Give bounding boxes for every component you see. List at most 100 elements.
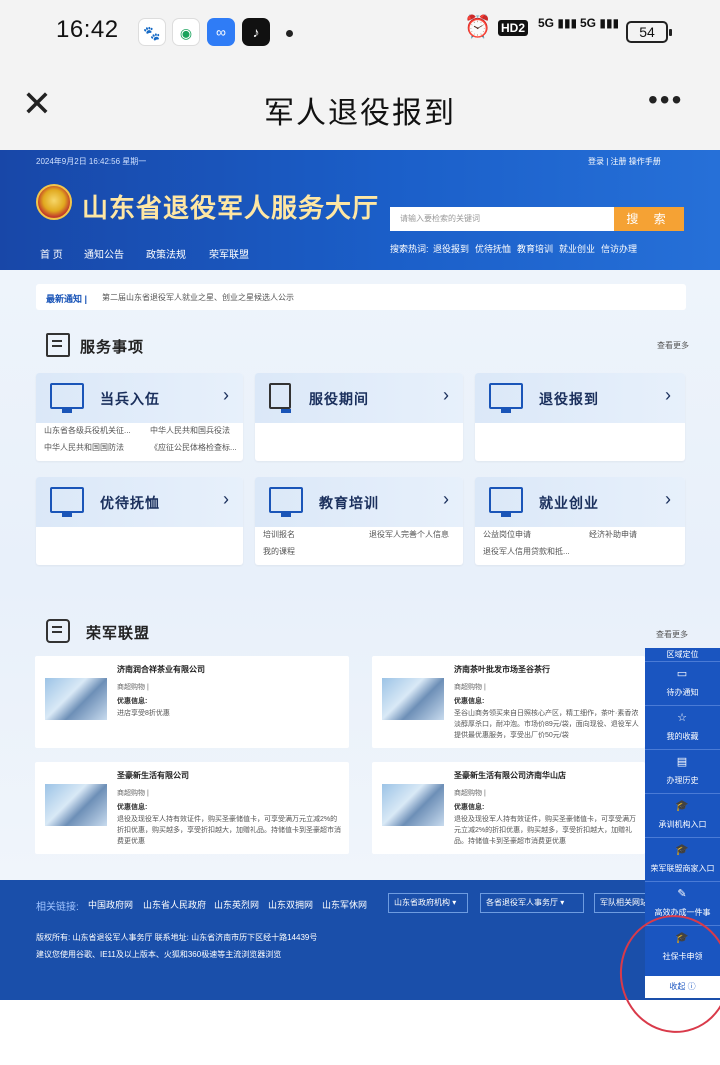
card-title: 退役报到: [539, 391, 599, 407]
nav-notices[interactable]: 通知公告: [84, 246, 124, 261]
card-link[interactable]: 公益岗位申请: [483, 529, 531, 540]
merchant-card[interactable]: 圣豪新生活有限公司济南华山店 商超购物 | 优惠信息: 退役及现役军人持有效证件…: [372, 762, 645, 854]
site-date: 2024年9月2日 16:42:56 星期一: [36, 157, 147, 166]
merchant-offer: 退役及现役军人持有效证件，购买圣豪储值卡，可享受满万元立减2%的折扣优惠，购买越…: [117, 816, 341, 845]
card-title: 优待抚恤: [100, 495, 160, 511]
side-item-todo[interactable]: ▭ 待办通知: [645, 662, 720, 706]
battery-icon: 54: [626, 21, 672, 43]
nav-policies[interactable]: 政策法规: [146, 246, 186, 261]
monitor-pen-icon: [269, 487, 303, 517]
alarm-icon: ⏰: [464, 14, 492, 39]
site-header: 2024年9月2日 16:42:56 星期一 登录 | 注册 操作手册 山东省退…: [0, 150, 720, 270]
card-title: 服役期间: [309, 391, 369, 407]
services-more-link[interactable]: 查看更多: [657, 340, 689, 351]
hot-word[interactable]: 信访办理: [601, 242, 637, 255]
service-card-enlist[interactable]: 当兵入伍 › 山东省各级兵役机关征... 中华人民共和国兵役法 中华人民共和国国…: [36, 373, 243, 461]
side-item-training[interactable]: 🎓 承训机构入口: [645, 794, 720, 838]
national-emblem-icon: [36, 184, 72, 220]
hot-word[interactable]: 教育培训: [517, 242, 553, 255]
services-title: 服务事项: [80, 339, 145, 356]
side-item-merchant[interactable]: 🎓 荣军联盟商家入口: [645, 838, 720, 882]
veterans-affairs-select[interactable]: 各省退役军人事务厅 ▾: [480, 893, 584, 913]
notice-bar[interactable]: 最新通知 | 第二届山东省退役军人就业之星、创业之星候选人公示: [36, 284, 686, 310]
service-card-in-service[interactable]: 服役期间 ›: [255, 373, 463, 461]
hot-word[interactable]: 就业创业: [559, 242, 595, 255]
footer-link[interactable]: 山东双拥网: [268, 898, 313, 911]
side-item-location[interactable]: 区域定位: [645, 648, 720, 662]
card-link[interactable]: 退役军人完善个人信息: [369, 529, 449, 540]
side-item-label: 荣军联盟商家入口: [650, 864, 715, 873]
card-link[interactable]: 培训报名: [263, 529, 295, 540]
alliance-title: 荣军联盟: [86, 625, 151, 642]
merchant-offer-label: 优惠信息:: [117, 698, 148, 705]
bell-icon: ▭: [676, 668, 688, 680]
side-item-history[interactable]: ▤ 办理历史: [645, 750, 720, 794]
merchant-offer-label: 优惠信息:: [454, 698, 485, 705]
chevron-right-icon: ›: [443, 489, 449, 509]
card-title: 当兵入伍: [100, 391, 160, 407]
service-card-employment[interactable]: 就业创业 › 公益岗位申请 经济补助申请 退役军人信用贷款和抵...: [475, 477, 685, 565]
document-icon: [269, 383, 291, 413]
more-notifications-icon: [286, 30, 293, 37]
search-input[interactable]: 请输入要检索的关键词: [390, 207, 614, 231]
tiktok-app-icon: ♪: [242, 18, 270, 46]
side-item-favorites[interactable]: ☆ 我的收藏: [645, 706, 720, 750]
merchant-offer: 圣谷山商务领买来自日照核心产区，精工细作，茶叶·素香浓淡醇厚杀口，耐冲泡。市场价…: [454, 710, 639, 739]
nav-home[interactable]: 首 页: [40, 246, 63, 261]
status-bar: 16:42 🐾 ◉ ∞ ♪ ⏰ HD2 5G ▮▮▮ 5G ▮▮▮ 54: [0, 0, 720, 62]
footer-link[interactable]: 山东军休网: [322, 898, 367, 911]
merchant-category: 商超购物 |: [454, 684, 486, 691]
notice-text[interactable]: 第二届山东省退役军人就业之星、创业之星候选人公示: [102, 292, 294, 303]
card-link[interactable]: 中华人民共和国兵役法: [150, 425, 230, 436]
merchant-card[interactable]: 圣豪新生活有限公司 商超购物 | 优惠信息: 退役及现役军人持有效证件，购买圣豪…: [35, 762, 349, 854]
card-link[interactable]: 《应征公民体格检查标...: [150, 442, 237, 453]
hot-word[interactable]: 优待抚恤: [475, 242, 511, 255]
browser-tip: 建议您使用谷歌、IE11及以上版本、火狐和360极速等主流浏览器浏览: [36, 950, 282, 959]
card-link[interactable]: 中华人民共和国国防法: [44, 442, 124, 453]
footer-link[interactable]: 山东省人民政府: [143, 898, 206, 911]
hd-icon: HD2: [498, 20, 529, 36]
card-link[interactable]: 退役军人信用贷款和抵...: [483, 546, 570, 557]
page-title: 军人退役报到: [264, 97, 456, 130]
card-title: 教育培训: [319, 495, 379, 511]
star-icon: ☆: [677, 712, 687, 724]
more-icon[interactable]: •••: [648, 84, 683, 116]
login-links[interactable]: 登录 | 注册 操作手册: [588, 156, 661, 167]
merchant-card[interactable]: 济南润合祥茶业有限公司 商超购物 | 优惠信息: 进店享受8折优惠: [35, 656, 349, 748]
merchant-category: 商超购物 |: [117, 790, 149, 797]
graduation-cap-icon: 🎓: [675, 844, 689, 856]
monitor-user-icon: [489, 383, 523, 413]
service-card-education[interactable]: 教育培训 › 培训报名 退役军人完善个人信息 我的课程: [255, 477, 463, 565]
graduation-cap-icon: 🎓: [675, 800, 689, 812]
merchant-category: 商超购物 |: [117, 684, 149, 691]
footer-link[interactable]: 中国政府网: [88, 898, 133, 911]
alliance-more-link[interactable]: 查看更多: [656, 629, 688, 640]
screen: 16:42 🐾 ◉ ∞ ♪ ⏰ HD2 5G ▮▮▮ 5G ▮▮▮ 54 ✕ 军…: [0, 0, 720, 1065]
card-link[interactable]: 我的课程: [263, 546, 295, 557]
side-item-label: 承训机构入口: [658, 820, 707, 829]
chevron-right-icon: ›: [665, 489, 671, 509]
gov-agencies-select[interactable]: 山东省政府机构 ▾: [388, 893, 468, 913]
merchant-name: 圣豪新生活有限公司济南华山店: [454, 771, 566, 780]
notice-label: 最新通知 |: [46, 294, 88, 304]
history-icon: ▤: [676, 756, 688, 768]
card-title: 就业创业: [539, 495, 599, 511]
card-link[interactable]: 经济补助申请: [589, 529, 637, 540]
side-item-label: 我的收藏: [666, 732, 699, 741]
related-links-label: 相关链接:: [36, 902, 79, 913]
chevron-right-icon: ›: [443, 385, 449, 405]
service-card-retirement-report[interactable]: 退役报到 ›: [475, 373, 685, 461]
footer-link[interactable]: 山东英烈网: [214, 898, 259, 911]
status-time: 16:42: [56, 16, 119, 43]
signal-icon: 5G ▮▮▮: [580, 16, 620, 30]
hot-word[interactable]: 退役报到: [433, 242, 469, 255]
merchant-category: 商超购物 |: [454, 790, 486, 797]
card-link[interactable]: 山东省各级兵役机关征...: [44, 425, 131, 436]
merchant-card[interactable]: 济南茶叶批发市场圣谷茶行 商超购物 | 优惠信息: 圣谷山商务领买来自日照核心产…: [372, 656, 645, 748]
service-card-pension[interactable]: 优待抚恤 ›: [36, 477, 243, 565]
side-item-label: 区域定位: [666, 650, 699, 659]
search-button[interactable]: 搜 索: [614, 207, 684, 231]
nav-alliance[interactable]: 荣军联盟: [209, 246, 249, 261]
monitor-icon: [50, 383, 84, 413]
signal-icon: 5G ▮▮▮: [538, 16, 578, 30]
